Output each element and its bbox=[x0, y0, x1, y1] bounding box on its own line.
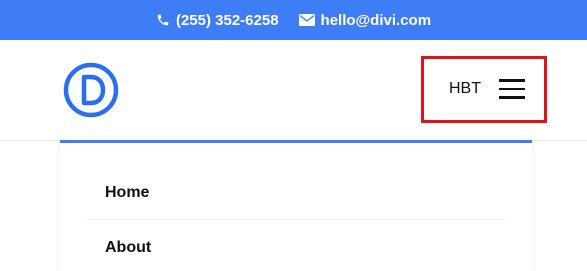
envelope-icon bbox=[298, 14, 315, 26]
menu-item-about[interactable]: About bbox=[84, 221, 508, 271]
email-address: hello@divi.com bbox=[320, 11, 432, 29]
phone-contact[interactable]: (255) 352-6258 bbox=[156, 12, 279, 29]
hamburger-menu-icon[interactable] bbox=[499, 79, 525, 99]
menu-item-home[interactable]: Home bbox=[84, 166, 508, 220]
phone-number: (255) 352-6258 bbox=[175, 11, 279, 29]
top-contact-bar: (255) 352-6258 hello@divi.com bbox=[0, 0, 587, 40]
phone-icon bbox=[156, 13, 170, 27]
site-header: HBT bbox=[0, 40, 587, 141]
email-contact[interactable]: hello@divi.com bbox=[298, 11, 432, 29]
divi-logo-icon[interactable] bbox=[63, 62, 119, 118]
menu-label: HBT bbox=[449, 80, 481, 97]
highlight-box bbox=[421, 56, 547, 123]
mobile-menu-dropdown: Home About bbox=[60, 140, 532, 271]
